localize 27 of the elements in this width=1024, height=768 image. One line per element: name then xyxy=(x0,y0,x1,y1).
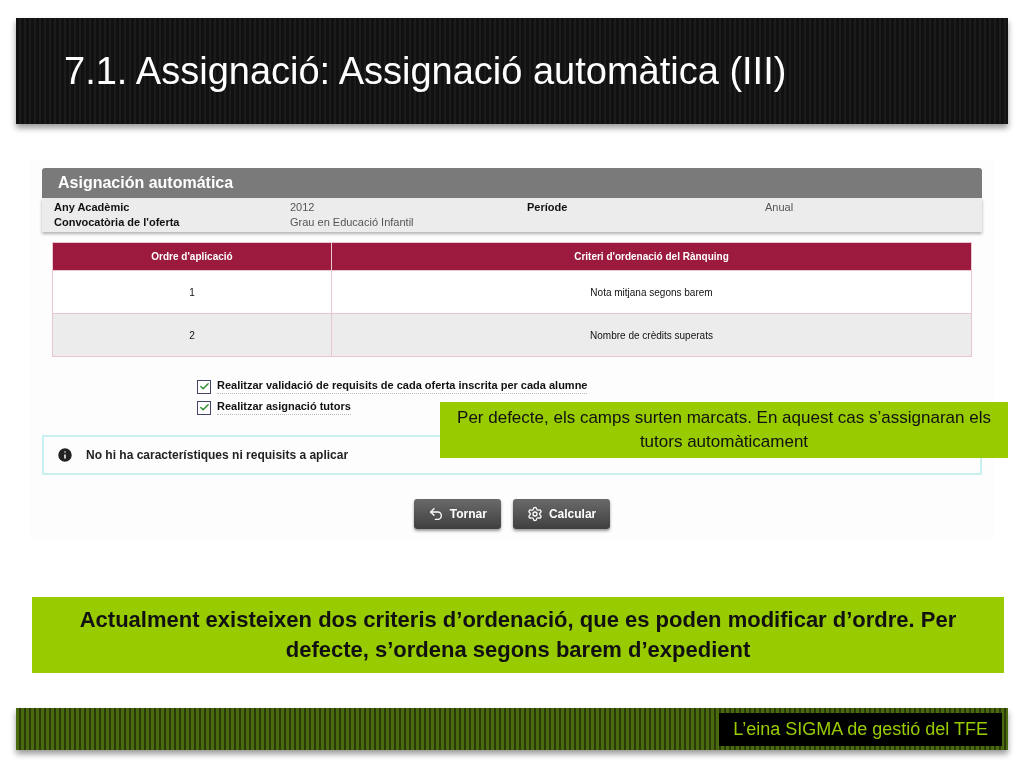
checkbox-label: Realitzar validació de requisits de cada oferta inscrita per cada alumne xyxy=(217,379,588,394)
checkbox[interactable] xyxy=(197,379,211,394)
table-cell: Nota mitjana segons barem xyxy=(331,270,972,314)
field-label: Any Acadèmic xyxy=(54,201,131,213)
back-button[interactable]: Tornar xyxy=(413,499,501,529)
column-header: Ordre d'aplicació xyxy=(52,242,332,271)
column-header: Criteri d'ordenació del Rànquing xyxy=(331,242,972,271)
undo-arrow-icon xyxy=(427,506,444,522)
callout-note: Per defecte, els camps surten marcats. En aquest cas s’assignaran els tutors automàticament xyxy=(440,402,1008,458)
field-value: Grau en Educació Infantil xyxy=(290,216,415,228)
table-cell: 1 xyxy=(52,270,332,314)
gear-icon xyxy=(526,506,543,522)
field-label: Convocatòria de l'oferta xyxy=(54,216,181,228)
footer-caption: L’eina SIGMA de gestió del TFE xyxy=(719,712,1002,746)
slide-title: 7.1. Assignació: Assignació automàtica (III) xyxy=(64,49,787,93)
field-value: 2012 xyxy=(290,201,316,213)
field-label: Període xyxy=(527,201,569,213)
calculate-button[interactable]: Calcular xyxy=(512,499,611,529)
note-banner: Actualment existeixen dos criteris d’ordenació, que es poden modificar d’ordre. Per defecte, s’ordena segons barem d’expedient xyxy=(32,597,1004,673)
checkbox-label: Realitzar asignació tutors xyxy=(217,400,351,415)
table-cell: Nombre de crèdits superats xyxy=(331,313,972,357)
info-message: No hi ha característiques ni requisits a aplicar xyxy=(86,448,349,462)
panel-title: Asignación automática xyxy=(42,168,982,198)
field-value: Anual xyxy=(765,201,795,213)
info-icon xyxy=(56,446,74,464)
checkbox[interactable] xyxy=(197,400,211,415)
table-cell: 2 xyxy=(52,313,332,357)
